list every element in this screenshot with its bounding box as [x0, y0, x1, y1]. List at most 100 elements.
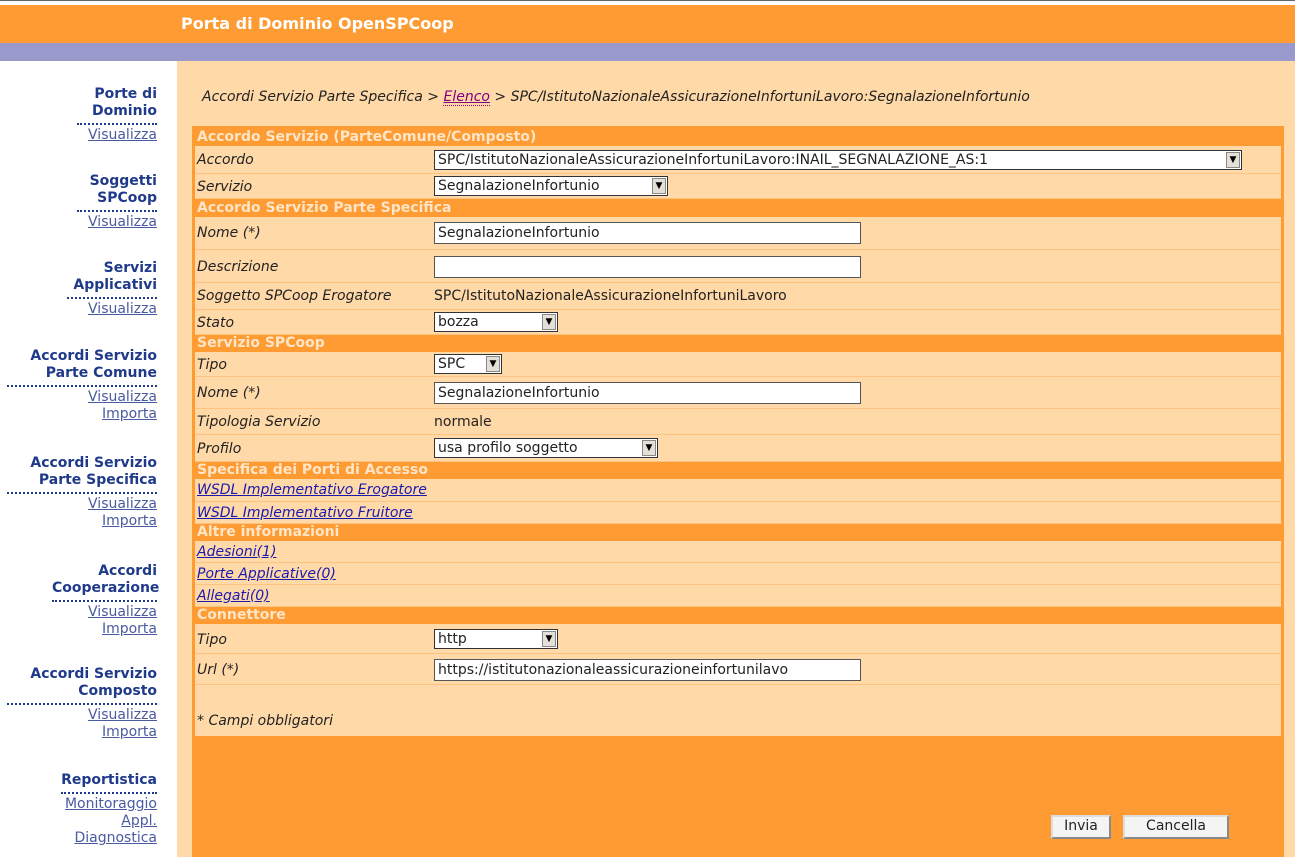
app-header: Porta di Dominio OpenSPCoop — [0, 5, 1295, 43]
sidebar-link-parte-specifica-visualizza[interactable]: Visualizza — [7, 496, 157, 513]
tipologia-value: normale — [434, 414, 492, 430]
sidebar-group-title: Reportistica — [61, 772, 157, 794]
sidebar-link-monitoraggio[interactable]: Monitoraggio Appl. — [57, 796, 157, 830]
url-input[interactable]: https://istitutonazionaleassicurazionein… — [434, 659, 861, 681]
breadcrumb-link-elenco[interactable]: Elenco — [443, 89, 490, 106]
sidebar-link-cooperazione-visualizza[interactable]: Visualizza — [52, 604, 157, 621]
section-header-altre: Altre informazioni — [195, 524, 1281, 540]
conn-tipo-select[interactable]: http ▼ — [434, 629, 558, 649]
row-servizio: Servizio SegnalazioneInfortunio ▼ — [195, 174, 1281, 199]
row-porte-applicative: Porte Applicative(0) — [195, 563, 1281, 585]
sidebar-group-title: Accordi Cooperazione — [52, 563, 159, 602]
chevron-down-icon: ▼ — [486, 356, 500, 372]
row-stato: Stato bozza ▼ — [195, 310, 1281, 335]
profilo-label: Profilo — [197, 441, 242, 457]
row-profilo: Profilo usa profilo soggetto ▼ — [195, 435, 1281, 462]
sidebar-title-text: Accordi Servizio Parte Comune — [30, 348, 157, 381]
stato-select[interactable]: bozza ▼ — [434, 312, 558, 332]
sidebar-title-text: Accordi Servizio Parte Specifica — [30, 455, 157, 488]
sidebar-group-soggetti: Soggetti SPCoop Visualizza — [77, 173, 157, 231]
section-header-accordo: Accordo Servizio (ParteComune/Composto) — [195, 129, 1281, 145]
row-nome-servizio: Nome (*) SegnalazioneInfortunio — [195, 377, 1281, 409]
required-note: * Campi obbligatori — [197, 713, 333, 729]
submit-button[interactable]: Invia — [1051, 815, 1111, 839]
sidebar-title-text: Servizi Applicativi — [73, 260, 157, 293]
sidebar-group-title: Soggetti SPCoop — [77, 173, 157, 212]
accordo-select-value: SPC/IstitutoNazionaleAssicurazioneInfort… — [438, 152, 989, 168]
chevron-down-icon: ▼ — [652, 178, 666, 194]
descrizione-input[interactable] — [434, 256, 861, 278]
wsdl-erogatore-link[interactable]: WSDL Implementativo Erogatore — [197, 482, 427, 498]
sidebar-group-accordi-parte-comune: Accordi Servizio Parte Comune Visualizza… — [7, 348, 157, 423]
row-nome: Nome (*) SegnalazioneInfortunio — [195, 217, 1281, 250]
servizio-label: Servizio — [197, 179, 253, 195]
sidebar-group-title: Accordi Servizio Parte Specifica — [7, 455, 157, 494]
row-required-note: * Campi obbligatori — [195, 685, 1281, 736]
wsdl-fruitore-link[interactable]: WSDL Implementativo Fruitore — [197, 505, 413, 521]
accordo-select[interactable]: SPC/IstitutoNazionaleAssicurazioneInfort… — [434, 150, 1242, 170]
section-header-porti: Specifica dei Porti di Accesso — [195, 462, 1281, 478]
breadcrumb-part: Accordi Servizio Parte Specifica > — [202, 89, 444, 105]
nome-label: Nome (*) — [197, 225, 261, 241]
sidebar-group-accordi-cooperazione: Accordi Cooperazione Visualizza Importa — [52, 563, 159, 638]
sidebar-link-parte-comune-visualizza[interactable]: Visualizza — [7, 389, 157, 406]
section-header-servizio: Servizio SPCoop — [195, 335, 1281, 351]
stato-label: Stato — [197, 315, 235, 331]
sidebar-group-porte-dominio: Porte di Dominio Visualizza — [77, 86, 157, 144]
main-content: Accordi Servizio Parte Specifica > Elenc… — [177, 61, 1295, 857]
nome-servizio-label: Nome (*) — [197, 385, 261, 401]
chevron-down-icon: ▼ — [1226, 152, 1240, 168]
sidebar-title-text: Porte di Dominio — [91, 86, 157, 119]
row-wsdl-fruitore: WSDL Implementativo Fruitore — [195, 502, 1281, 524]
tipo-select-value: SPC — [438, 356, 466, 372]
adesioni-link[interactable]: Adesioni(1) — [197, 544, 276, 560]
sidebar-link-parte-specifica-importa[interactable]: Importa — [7, 513, 157, 530]
sidebar-link-composto-visualizza[interactable]: Visualizza — [7, 707, 157, 724]
section-header-connettore: Connettore — [195, 607, 1281, 623]
sidebar: Porte di Dominio Visualizza Soggetti SPC… — [0, 61, 163, 857]
sidebar-group-title: Servizi Applicativi — [67, 260, 157, 299]
sidebar-link-cooperazione-importa[interactable]: Importa — [52, 621, 157, 638]
chevron-down-icon: ▼ — [642, 440, 656, 456]
servizio-select[interactable]: SegnalazioneInfortunio ▼ — [434, 176, 668, 196]
sidebar-link-servizi-applicativi-visualizza[interactable]: Visualizza — [67, 301, 157, 318]
profilo-select[interactable]: usa profilo soggetto ▼ — [434, 438, 658, 458]
conn-tipo-label: Tipo — [197, 632, 227, 648]
sidebar-gap — [163, 61, 177, 857]
erogatore-value: SPC/IstitutoNazionaleAssicurazioneInfort… — [434, 288, 787, 304]
stato-select-value: bozza — [438, 314, 479, 330]
chevron-down-icon: ▼ — [542, 314, 556, 330]
cancel-button[interactable]: Cancella — [1123, 815, 1229, 839]
sidebar-title-text: Accordi Servizio Composto — [30, 666, 157, 699]
sidebar-group-reportistica: Reportistica Monitoraggio Appl. Diagnost… — [57, 772, 157, 847]
row-allegati: Allegati(0) — [195, 585, 1281, 607]
sidebar-group-title: Accordi Servizio Parte Comune — [7, 348, 157, 387]
erogatore-label: Soggetto SPCoop Erogatore — [197, 288, 392, 304]
accordo-label: Accordo — [197, 152, 254, 168]
row-adesioni: Adesioni(1) — [195, 541, 1281, 563]
url-label: Url (*) — [197, 662, 240, 678]
sidebar-link-diagnostica[interactable]: Diagnostica — [57, 830, 157, 847]
sidebar-link-composto-importa[interactable]: Importa — [7, 724, 157, 741]
header-divider-bar — [0, 43, 1295, 61]
sidebar-group-title: Porte di Dominio — [77, 86, 157, 125]
row-wsdl-erogatore: WSDL Implementativo Erogatore — [195, 479, 1281, 502]
row-url: Url (*) https://istitutonazionaleassicur… — [195, 654, 1281, 685]
row-descrizione: Descrizione — [195, 250, 1281, 283]
porte-applicative-link[interactable]: Porte Applicative(0) — [197, 566, 336, 582]
sidebar-link-porte-dominio-visualizza[interactable]: Visualizza — [77, 127, 157, 144]
row-conn-tipo: Tipo http ▼ — [195, 624, 1281, 654]
row-erogatore: Soggetto SPCoop Erogatore SPC/IstitutoNa… — [195, 283, 1281, 310]
breadcrumb: Accordi Servizio Parte Specifica > Elenc… — [202, 89, 1030, 106]
servizio-select-value: SegnalazioneInfortunio — [438, 178, 600, 194]
tipo-select[interactable]: SPC ▼ — [434, 354, 502, 374]
nome-servizio-input[interactable]: SegnalazioneInfortunio — [434, 382, 861, 404]
row-tipologia: Tipologia Servizio normale — [195, 409, 1281, 435]
sidebar-link-parte-comune-importa[interactable]: Importa — [7, 406, 157, 423]
edit-form: Accordo Servizio (ParteComune/Composto) … — [192, 126, 1284, 857]
allegati-link[interactable]: Allegati(0) — [197, 588, 270, 604]
sidebar-link-soggetti-visualizza[interactable]: Visualizza — [77, 214, 157, 231]
row-tipo: Tipo SPC ▼ — [195, 352, 1281, 377]
nome-input[interactable]: SegnalazioneInfortunio — [434, 222, 861, 244]
tipo-label: Tipo — [197, 357, 227, 373]
